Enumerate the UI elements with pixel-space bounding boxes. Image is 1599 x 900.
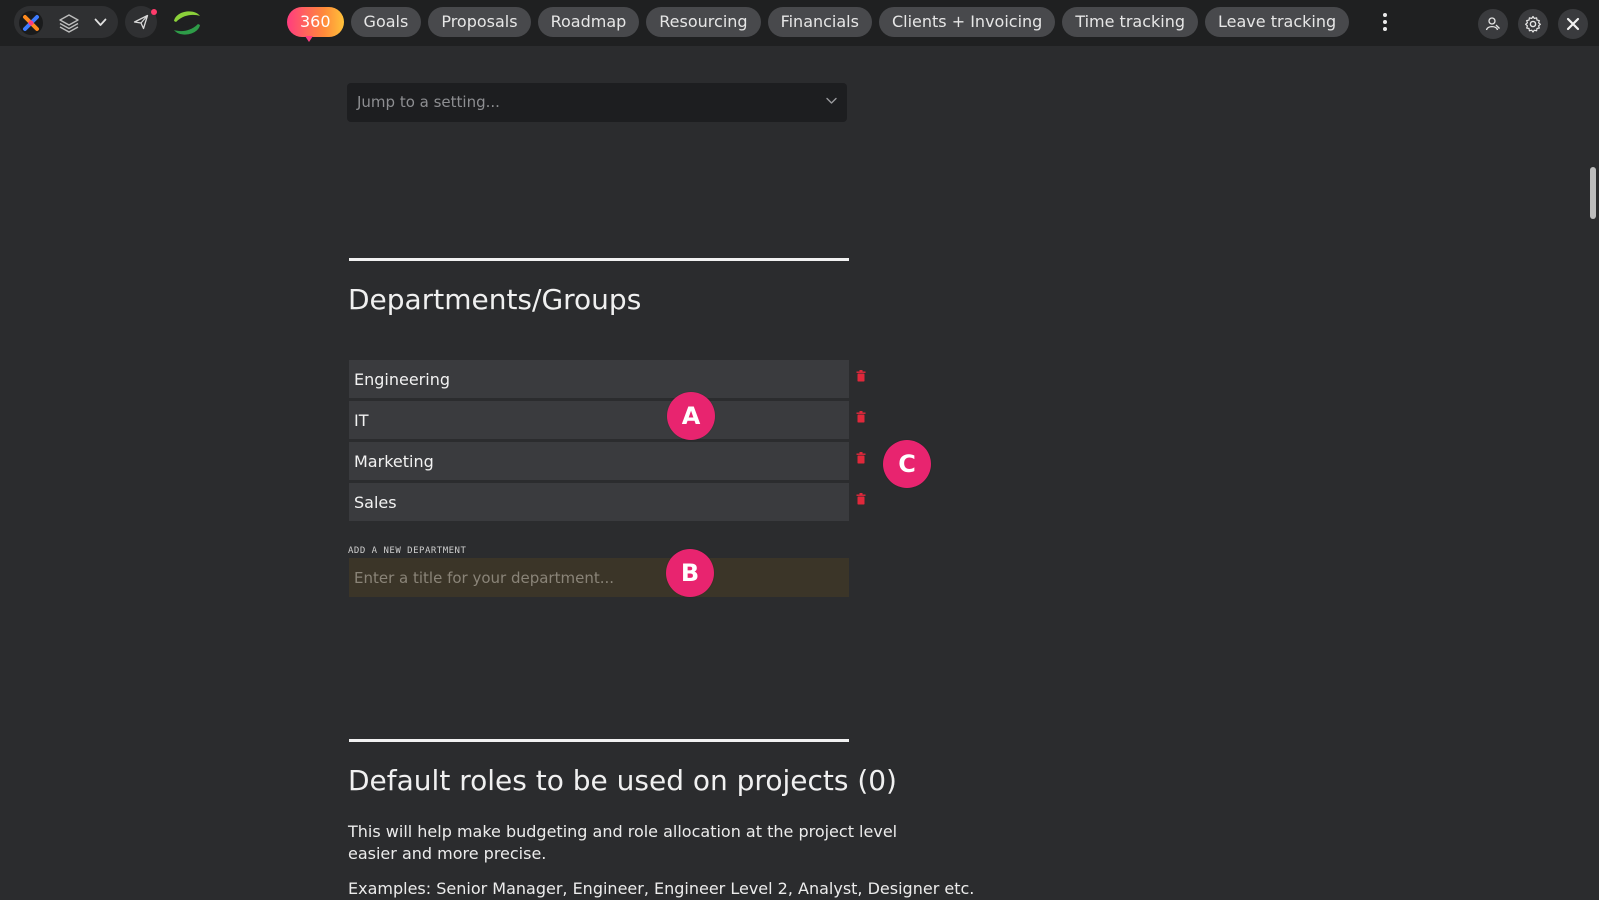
nav-tab-goals[interactable]: Goals [350, 7, 422, 37]
main-nav: 360 Goals Proposals Roadmap Resourcing F… [287, 7, 1350, 42]
more-menu-icon[interactable] [1383, 13, 1387, 31]
nav-tab-roadmap[interactable]: Roadmap [537, 7, 640, 37]
send-icon [133, 14, 149, 30]
department-row[interactable]: Sales [349, 483, 849, 522]
close-button[interactable] [1558, 9, 1588, 39]
nav-tab-time-tracking[interactable]: Time tracking [1062, 7, 1199, 37]
section-divider [349, 258, 849, 261]
user-switch-button[interactable] [1478, 9, 1508, 39]
department-row[interactable]: IT [349, 401, 849, 440]
layers-icon[interactable] [58, 13, 80, 33]
nav-tab-proposals[interactable]: Proposals [428, 7, 531, 37]
user-switch-icon [1485, 17, 1500, 31]
department-name: Engineering [354, 370, 450, 389]
add-department-input[interactable] [349, 558, 849, 597]
trash-icon[interactable] [856, 411, 866, 423]
close-icon [1566, 17, 1580, 31]
nav-tab-clients-invoicing[interactable]: Clients + Invoicing [878, 7, 1056, 37]
nav-tab-financials[interactable]: Financials [767, 7, 872, 37]
trash-icon[interactable] [856, 493, 866, 505]
gear-icon [1525, 15, 1541, 33]
nav-tab-360[interactable]: 360 [287, 7, 344, 42]
jump-placeholder: Jump to a setting... [357, 93, 500, 111]
annotation-badge-a: A [667, 392, 715, 440]
department-name: IT [354, 411, 369, 430]
departments-title: Departments/Groups [348, 283, 642, 316]
department-name: Sales [354, 493, 397, 512]
jump-to-setting-select[interactable]: Jump to a setting... [347, 83, 847, 122]
nav-tab-resourcing[interactable]: Resourcing [646, 7, 761, 37]
nav-tab-leave-tracking[interactable]: Leave tracking [1205, 7, 1350, 37]
annotation-badge-c: C [883, 440, 931, 488]
chevron-down-icon [826, 97, 837, 104]
notification-dot [151, 9, 157, 15]
chevron-down-icon[interactable] [94, 18, 107, 27]
brand-logo-icon[interactable] [170, 6, 204, 40]
settings-button[interactable] [1518, 9, 1548, 39]
section-divider [349, 739, 849, 742]
annotation-badge-b: B [666, 549, 714, 597]
app-logo-icon[interactable] [18, 10, 44, 36]
department-name: Marketing [354, 452, 434, 471]
top-bar: 360 Goals Proposals Roadmap Resourcing F… [0, 0, 1599, 46]
department-row[interactable]: Marketing [349, 442, 849, 481]
add-department-label: ADD A NEW DEPARTMENT [348, 546, 467, 556]
roles-description: This will help make budgeting and role a… [348, 822, 898, 863]
scrollbar-thumb[interactable] [1590, 167, 1596, 219]
roles-examples: Examples: Senior Manager, Engineer, Engi… [348, 879, 975, 898]
department-row[interactable]: Engineering [349, 360, 849, 399]
trash-icon[interactable] [856, 452, 866, 464]
trash-icon[interactable] [856, 370, 866, 382]
roles-title: Default roles to be used on projects (0) [348, 764, 897, 797]
